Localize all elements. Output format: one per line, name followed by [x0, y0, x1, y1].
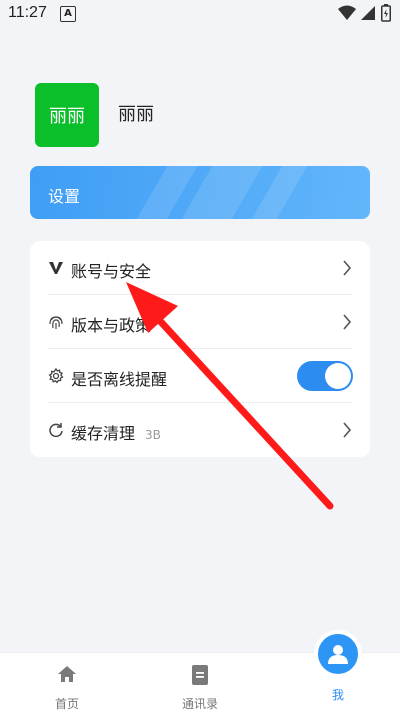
- tab-contacts[interactable]: 通讯录: [160, 653, 240, 712]
- tab-me[interactable]: [314, 630, 362, 678]
- home-icon: [58, 666, 76, 682]
- cache-size: 3B: [145, 428, 161, 442]
- notification-icon: A: [60, 6, 76, 22]
- status-time: 11:27: [8, 4, 47, 21]
- menu-item-account-security[interactable]: 账号与安全: [30, 241, 370, 295]
- user-icon: [328, 645, 348, 664]
- avatar-text: 丽丽: [49, 106, 85, 127]
- menu-item-text: 缓存清理: [71, 424, 136, 443]
- contacts-icon: [192, 665, 208, 685]
- menu-item-version-policy[interactable]: 版本与政策: [30, 295, 370, 349]
- menu-item-offline-reminder: 是否离线提醒: [30, 349, 370, 403]
- signal-icon: [361, 6, 375, 20]
- toggle-knob: [325, 363, 351, 389]
- status-bar: 11:27 A: [0, 0, 400, 28]
- gear-icon: [48, 368, 64, 384]
- username: 丽丽: [118, 104, 154, 125]
- wifi-icon: [338, 5, 356, 20]
- chevron-right-icon: [343, 314, 352, 330]
- menu-item-label: 账号与安全: [71, 262, 152, 281]
- v-icon: [48, 260, 64, 276]
- fingerprint-icon: [48, 314, 64, 330]
- menu-item-label: 缓存清理 3B: [71, 420, 161, 444]
- tab-label: 通讯录: [181, 697, 218, 711]
- settings-menu: 账号与安全 版本与政策 是否离线提醒 缓存清理 3B: [30, 241, 370, 457]
- menu-item-label: 版本与政策: [71, 316, 152, 335]
- offline-reminder-toggle[interactable]: [297, 361, 353, 391]
- tab-label-me: 我: [331, 688, 344, 702]
- menu-item-clear-cache[interactable]: 缓存清理 3B: [30, 403, 370, 457]
- menu-item-label: 是否离线提醒: [71, 370, 168, 389]
- settings-banner: 设置: [30, 166, 370, 219]
- chevron-right-icon: [343, 422, 352, 438]
- refresh-icon: [48, 422, 64, 438]
- chevron-right-icon: [343, 260, 352, 276]
- tab-home[interactable]: 首页: [27, 653, 107, 712]
- tab-label: 首页: [54, 697, 79, 711]
- settings-title: 设置: [48, 187, 81, 206]
- battery-icon: [381, 4, 391, 22]
- avatar[interactable]: 丽丽: [35, 83, 99, 147]
